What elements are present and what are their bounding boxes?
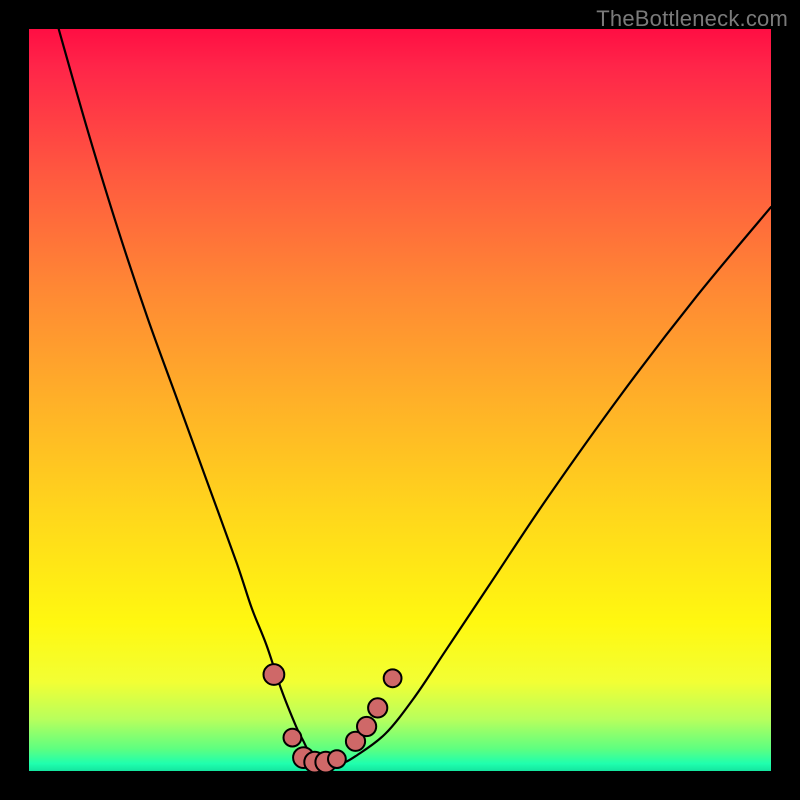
marker-valley-4	[328, 750, 346, 768]
marker-right-2	[357, 717, 376, 736]
chart-frame	[29, 29, 771, 771]
marker-group	[264, 664, 402, 772]
bottleneck-chart	[29, 29, 771, 771]
marker-right-upper	[384, 669, 402, 687]
marker-left-upper	[264, 664, 285, 685]
marker-left-mid	[284, 729, 302, 747]
marker-right-3	[368, 698, 387, 717]
watermark-text: TheBottleneck.com	[596, 6, 788, 32]
bottleneck-curve	[59, 29, 771, 764]
